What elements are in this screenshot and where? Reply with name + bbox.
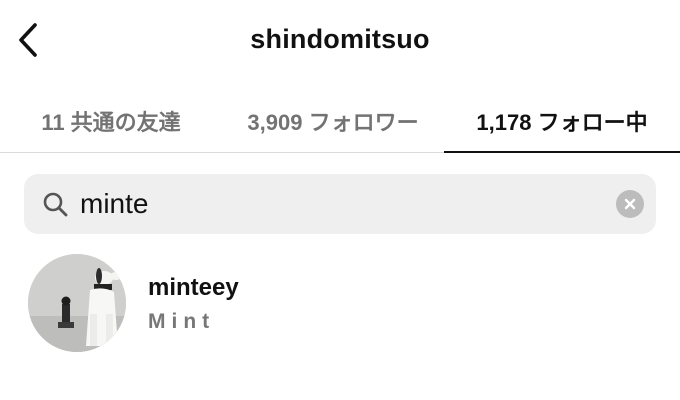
tab-bar: 11 共通の友達 3,909 フォロワー 1,178 フォロー中 [0,90,680,154]
tab-mutual-friends[interactable]: 11 共通の友達 [0,90,222,152]
active-tab-indicator [444,151,680,153]
tab-followers[interactable]: 3,909 フォロワー [222,90,444,152]
avatar[interactable] [28,254,126,352]
search-result-row[interactable]: minteey Mint [0,250,680,358]
page-title: shindomitsuo [250,24,430,54]
result-username: minteey [148,274,239,301]
following-list-screen: shindomitsuo 11 共通の友達 3,909 フォロワー 1,178 … [0,0,680,400]
clear-search-button[interactable] [616,190,644,218]
tab-following[interactable]: 1,178 フォロー中 [444,90,680,152]
result-full-name: Mint [148,310,216,333]
search-bar[interactable] [24,174,656,234]
avatar-photo [28,254,126,352]
clear-icon [624,198,636,210]
search-icon [43,192,68,217]
header: shindomitsuo [0,0,680,80]
search-input[interactable] [80,182,600,226]
